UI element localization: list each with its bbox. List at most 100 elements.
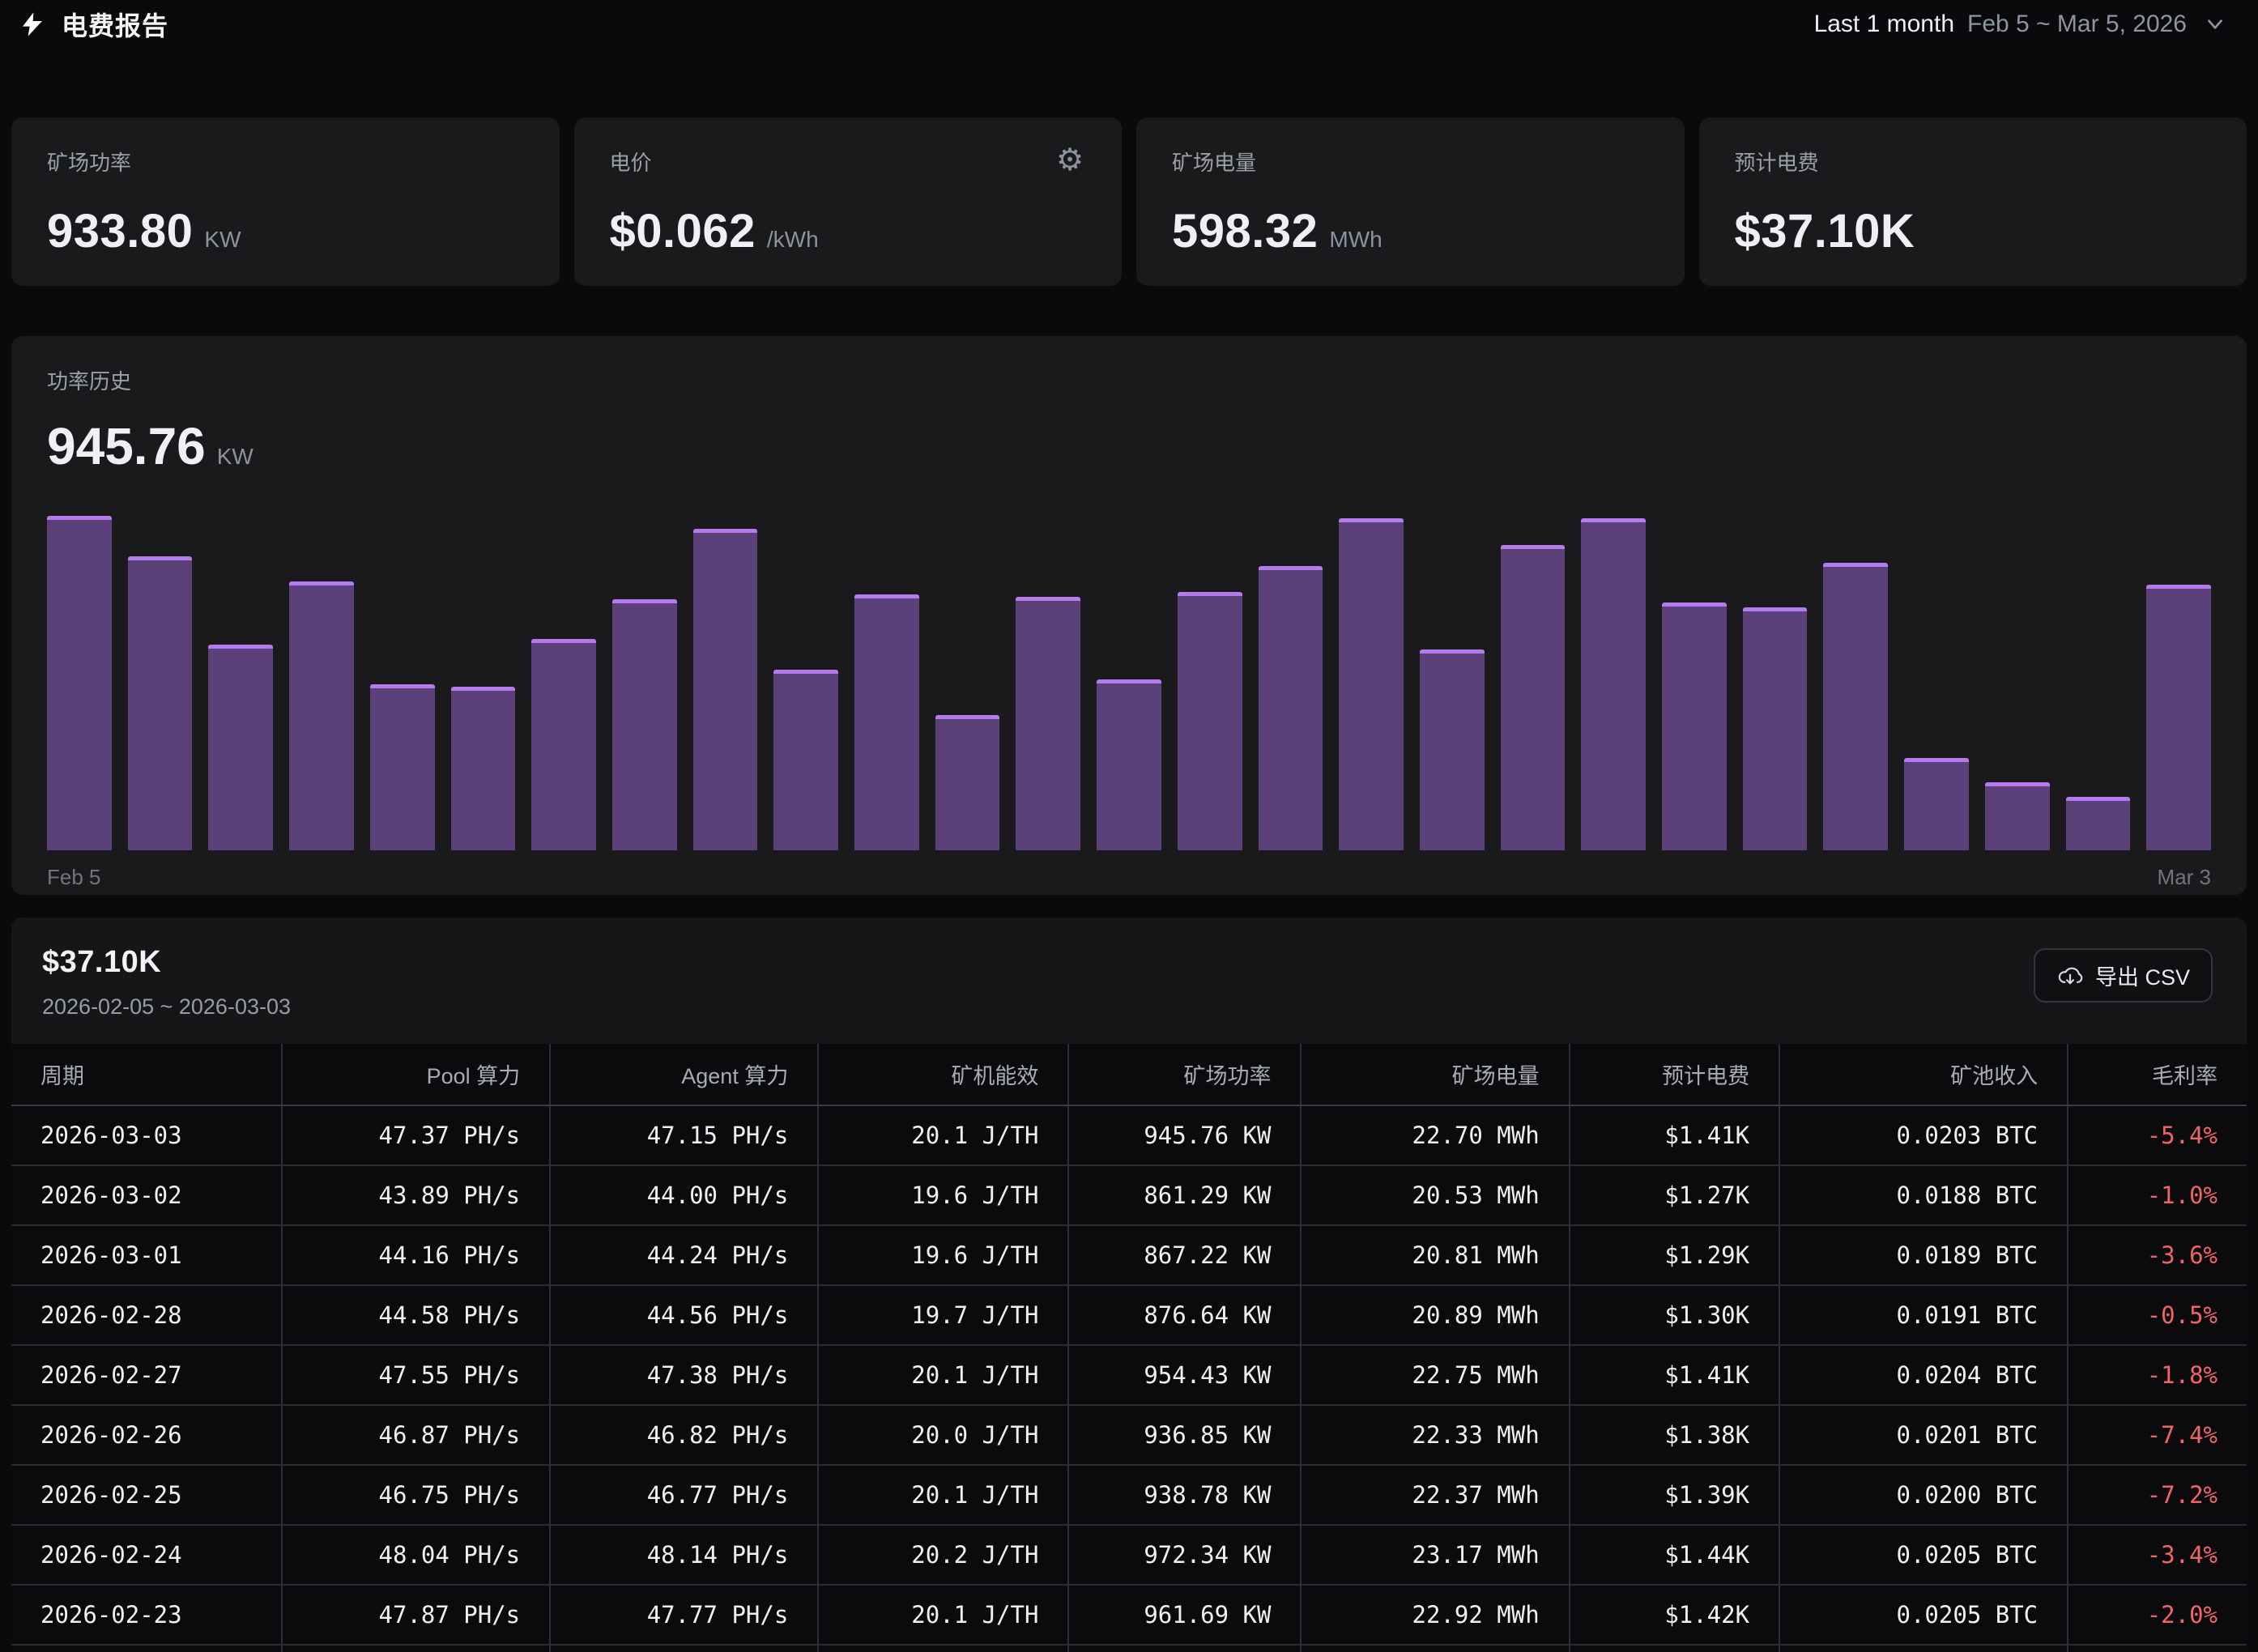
value-cell: 867.22 KW (1068, 1225, 1301, 1285)
value-cell: 46.75 PH/s (282, 1465, 550, 1525)
value-cell: 19.7 J/TH (818, 1285, 1068, 1345)
column-header: 毛利率 (2068, 1044, 2247, 1105)
value-cell: 47.38 PH/s (550, 1345, 818, 1405)
table-row: 2026-02-2646.87 PH/s46.82 PH/s20.0 J/TH9… (11, 1405, 2247, 1465)
value-cell: 22.75 MWh (1301, 1345, 1569, 1405)
billing-table-card: $37.10K 2026-02-05 ~ 2026-03-03 导出 CSV 周… (11, 918, 2247, 1652)
page-title: 电费报告 (62, 6, 168, 43)
value-cell: 0.0189 BTC (1779, 1225, 2068, 1285)
gear-icon: ⚙ (1056, 142, 1084, 177)
chart-unit: KW (217, 444, 253, 470)
value-cell: 954.43 KW (1068, 1345, 1301, 1405)
value-cell (282, 1645, 550, 1652)
period-cell: 2026-02-24 (11, 1525, 282, 1585)
power-bar[interactable] (531, 639, 596, 850)
column-header: Pool 算力 (282, 1044, 550, 1105)
power-bar[interactable] (612, 599, 677, 850)
power-bar[interactable] (289, 581, 354, 850)
power-bar[interactable] (773, 670, 838, 850)
power-bar[interactable] (370, 684, 435, 850)
value-cell: 876.64 KW (1068, 1285, 1301, 1345)
value-cell: -7.4% (2068, 1405, 2247, 1465)
power-bar[interactable] (1501, 545, 1566, 850)
value-cell: 47.87 PH/s (282, 1585, 550, 1645)
value-cell: 20.53 MWh (1301, 1165, 1569, 1225)
cloud-download-icon (2056, 962, 2084, 990)
power-bar[interactable] (128, 556, 193, 850)
power-bar[interactable] (854, 594, 919, 850)
value-cell: $1.38K (1570, 1405, 1779, 1465)
export-csv-button[interactable]: 导出 CSV (2034, 948, 2213, 1003)
value-cell: 20.2 J/TH (818, 1525, 1068, 1585)
power-bar[interactable] (1823, 563, 1888, 850)
value-cell (11, 1645, 282, 1652)
value-cell: 19.6 J/TH (818, 1225, 1068, 1285)
value-cell: 0.0203 BTC (1779, 1105, 2068, 1165)
value-cell: 0.0205 BTC (1779, 1585, 2068, 1645)
column-header: 预计电费 (1570, 1044, 1779, 1105)
value-cell: 22.70 MWh (1301, 1105, 1569, 1165)
period-cell: 2026-02-28 (11, 1285, 282, 1345)
stat-value: $0.062 (610, 204, 756, 258)
stat-card-farm-energy: 矿场电量 598.32 MWh (1136, 117, 1685, 286)
power-bar[interactable] (47, 516, 112, 850)
power-bar[interactable] (1581, 518, 1646, 850)
value-cell: 44.58 PH/s (282, 1285, 550, 1345)
value-cell: 20.0 J/TH (818, 1405, 1068, 1465)
value-cell: 19.6 J/TH (818, 1165, 1068, 1225)
power-bar[interactable] (2066, 797, 2131, 850)
power-bar[interactable] (451, 687, 516, 850)
power-bar[interactable] (2146, 585, 2211, 850)
period-cell: 2026-02-26 (11, 1405, 282, 1465)
power-bar[interactable] (1259, 566, 1323, 850)
power-bar[interactable] (1339, 518, 1404, 850)
power-bar[interactable] (1420, 649, 1485, 850)
period-cell: 2026-03-01 (11, 1225, 282, 1285)
table-body: 2026-03-0347.37 PH/s47.15 PH/s20.1 J/TH9… (11, 1105, 2247, 1652)
stat-label: 预计电费 (1735, 147, 2212, 177)
power-bar[interactable] (1016, 597, 1080, 850)
price-settings-button[interactable]: ⚙ (1050, 140, 1089, 179)
value-cell: 972.34 KW (1068, 1525, 1301, 1585)
date-range-picker[interactable]: Last 1 month Feb 5 ~ Mar 5, 2026 (1814, 11, 2226, 38)
column-header: 矿场电量 (1301, 1044, 1569, 1105)
stat-unit: MWh (1329, 227, 1382, 253)
table-row: 2026-02-2347.87 PH/s47.77 PH/s20.1 J/TH9… (11, 1585, 2247, 1645)
value-cell: 46.77 PH/s (550, 1465, 818, 1525)
value-cell (2068, 1645, 2247, 1652)
value-cell: 44.24 PH/s (550, 1225, 818, 1285)
power-bar[interactable] (1097, 679, 1161, 850)
value-cell: 0.0205 BTC (1779, 1525, 2068, 1585)
table-row-clipped (11, 1645, 2247, 1652)
power-bar[interactable] (208, 645, 273, 850)
table-row: 2026-02-2844.58 PH/s44.56 PH/s19.7 J/TH8… (11, 1285, 2247, 1345)
value-cell: 47.37 PH/s (282, 1105, 550, 1165)
value-cell: 0.0200 BTC (1779, 1465, 2068, 1525)
period-cell: 2026-03-03 (11, 1105, 282, 1165)
value-cell: 20.1 J/TH (818, 1105, 1068, 1165)
value-cell: 0.0201 BTC (1779, 1405, 2068, 1465)
power-bar[interactable] (935, 715, 1000, 850)
stat-card-estimated-cost: 预计电费 $37.10K (1699, 117, 2247, 286)
power-bar[interactable] (1743, 607, 1808, 850)
period-cell: 2026-02-27 (11, 1345, 282, 1405)
table-row: 2026-03-0347.37 PH/s47.15 PH/s20.1 J/TH9… (11, 1105, 2247, 1165)
lightning-icon (19, 11, 45, 37)
power-bar[interactable] (693, 529, 758, 850)
value-cell: $1.41K (1570, 1345, 1779, 1405)
value-cell: 0.0188 BTC (1779, 1165, 2068, 1225)
power-bar[interactable] (1985, 782, 2050, 850)
power-bar[interactable] (1904, 758, 1969, 850)
power-history-card: 功率历史 945.76 KW Feb 5 Mar 3 (11, 336, 2247, 895)
table-total: $37.10K (42, 945, 2216, 980)
value-cell: 20.1 J/TH (818, 1345, 1068, 1405)
value-cell: 48.14 PH/s (550, 1525, 818, 1585)
power-bar[interactable] (1178, 592, 1242, 850)
value-cell: 44.00 PH/s (550, 1165, 818, 1225)
stat-value: 933.80 (47, 204, 193, 258)
period-cell: 2026-02-23 (11, 1585, 282, 1645)
power-bar[interactable] (1662, 602, 1727, 850)
value-cell: 22.92 MWh (1301, 1585, 1569, 1645)
value-cell: $1.30K (1570, 1285, 1779, 1345)
value-cell: $1.39K (1570, 1465, 1779, 1525)
